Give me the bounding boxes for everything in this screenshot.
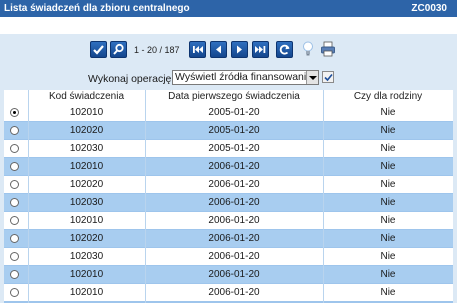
row-radio[interactable] [10, 288, 19, 297]
cell-code: 102010 [69, 215, 104, 226]
cell-code: 102010 [69, 287, 104, 298]
cell-family: Nie [380, 269, 396, 280]
chevron-down-icon[interactable] [306, 71, 318, 84]
cell-date: 2005-01-20 [208, 125, 260, 136]
cell-family: Nie [380, 179, 396, 190]
table-row[interactable]: 102010 2006-01-20 Nie [4, 158, 453, 175]
cell-family: Nie [380, 161, 396, 172]
row-radio[interactable] [10, 126, 19, 135]
prev-icon [216, 45, 221, 54]
table-row[interactable]: 102030 2006-01-20 Nie [4, 248, 453, 265]
cell-family: Nie [380, 287, 396, 298]
search-button[interactable] [110, 41, 127, 58]
cell-code: 102020 [69, 233, 104, 244]
cell-family: Nie [380, 143, 396, 154]
cell-family: Nie [380, 107, 396, 118]
refresh-icon [279, 44, 290, 55]
cell-date: 2006-01-20 [208, 179, 260, 190]
cell-date: 2006-01-20 [208, 215, 260, 226]
cell-date: 2006-01-20 [208, 287, 260, 298]
table-row[interactable]: 102010 2005-01-20 Nie [4, 104, 453, 121]
screen-code: ZC0030 [411, 3, 447, 14]
first-page-button[interactable] [189, 41, 206, 58]
refresh-button[interactable] [276, 41, 293, 58]
confirm-button[interactable] [90, 41, 107, 58]
window-title: Lista świadczeń dla zbioru centralnego [4, 3, 190, 14]
next-page-button[interactable] [231, 41, 248, 58]
cell-date: 2005-01-20 [208, 143, 260, 154]
table-row[interactable]: 102030 2005-01-20 Nie [4, 140, 453, 157]
row-radio[interactable] [10, 108, 19, 117]
cell-date: 2006-01-20 [208, 197, 260, 208]
check-icon [324, 73, 333, 82]
table-row[interactable]: 102010 2006-01-20 Nie [4, 212, 453, 229]
row-radio[interactable] [10, 180, 19, 189]
cell-code: 102020 [69, 179, 104, 190]
cell-date: 2005-01-20 [208, 107, 260, 118]
row-radio[interactable] [10, 252, 19, 261]
prev-page-button[interactable] [210, 41, 227, 58]
table-row[interactable]: 102030 2006-01-20 Nie [4, 194, 453, 211]
cell-code: 102020 [69, 125, 104, 136]
next-icon [237, 45, 242, 54]
cell-family: Nie [380, 197, 396, 208]
row-radio[interactable] [10, 162, 19, 171]
cell-code: 102030 [69, 251, 104, 262]
cell-code: 102010 [69, 107, 104, 118]
column-divider [323, 90, 324, 303]
cell-family: Nie [380, 233, 396, 244]
row-radio[interactable] [10, 270, 19, 279]
column-header-family: Czy dla rodziny [353, 91, 423, 102]
table-row[interactable]: 102020 2006-01-20 Nie [4, 230, 453, 247]
column-divider [28, 90, 29, 303]
cell-family: Nie [380, 251, 396, 262]
toolbar [4, 34, 453, 66]
results-table: Kod świadczenia Data pierwszego świadcze… [4, 90, 453, 303]
column-header-date: Data pierwszego świadczenia [168, 91, 300, 102]
table-row[interactable]: 102010 2006-01-20 Nie [4, 284, 453, 301]
first-page-icon [193, 46, 203, 53]
printer-icon[interactable] [320, 41, 336, 60]
operation-selected-value: Wyświetl źródła finansowania [175, 71, 313, 83]
title-bar: Lista świadczeń dla zbioru centralnego Z… [0, 0, 457, 17]
last-page-icon [255, 46, 266, 53]
cell-family: Nie [380, 215, 396, 226]
column-divider [145, 90, 146, 303]
table-row[interactable]: 102020 2006-01-20 Nie [4, 176, 453, 193]
operation-select[interactable]: Wyświetl źródła finansowania [172, 70, 319, 85]
cell-date: 2006-01-20 [208, 233, 260, 244]
cell-code: 102030 [69, 143, 104, 154]
last-page-button[interactable] [252, 41, 269, 58]
cell-date: 2006-01-20 [208, 161, 260, 172]
cell-code: 102030 [69, 197, 104, 208]
cell-date: 2006-01-20 [208, 269, 260, 280]
column-header-code: Kod świadczenia [48, 91, 125, 102]
cell-date: 2006-01-20 [208, 251, 260, 262]
cell-code: 102010 [69, 269, 104, 280]
row-radio[interactable] [10, 216, 19, 225]
lightbulb-icon[interactable] [302, 40, 314, 61]
cell-family: Nie [380, 125, 396, 136]
operation-confirm-button[interactable] [322, 71, 334, 83]
row-radio[interactable] [10, 144, 19, 153]
row-radio[interactable] [10, 234, 19, 243]
table-row[interactable]: 102020 2005-01-20 Nie [4, 122, 453, 139]
table-header: Kod świadczenia Data pierwszego świadcze… [4, 90, 453, 104]
cell-code: 102010 [69, 161, 104, 172]
row-radio[interactable] [10, 198, 19, 207]
spacer [0, 17, 457, 34]
check-icon [93, 45, 104, 55]
page-info: 1 - 20 / 187 [134, 45, 180, 55]
search-icon [113, 43, 124, 55]
table-row[interactable]: 102010 2006-01-20 Nie [4, 266, 453, 283]
operation-label: Wykonaj operację: [88, 73, 175, 85]
